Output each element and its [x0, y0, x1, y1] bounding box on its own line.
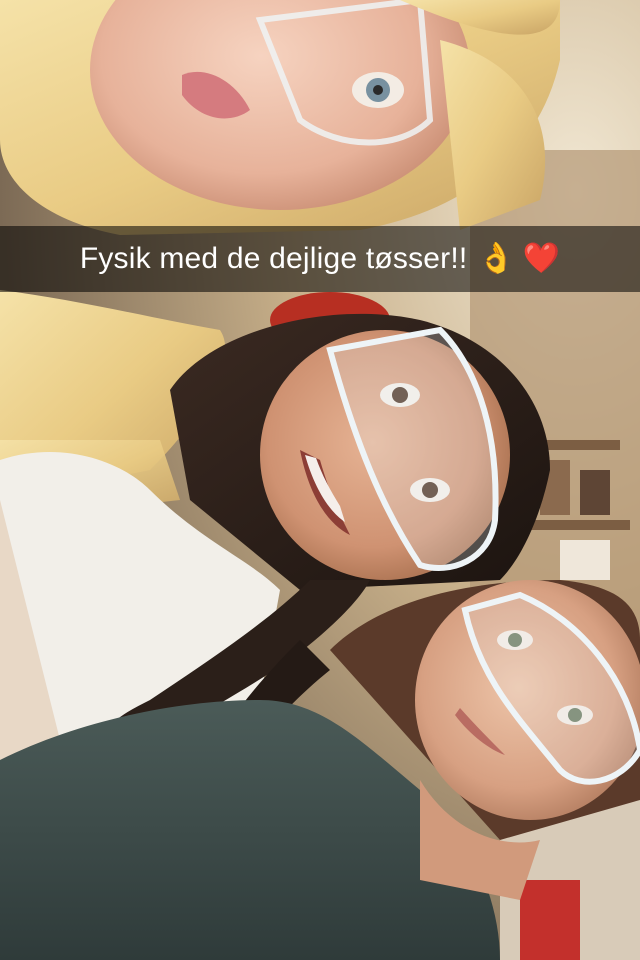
caption-bar: Fysik med de dejlige tøsser!! 👌 ❤️	[0, 226, 640, 292]
ok-hand-emoji-icon: 👌	[477, 241, 515, 276]
red-heart-emoji-icon: ❤️	[522, 241, 561, 276]
selfie-image	[0, 0, 640, 960]
caption-text: Fysik med de dejlige tøsser!!	[79, 242, 468, 275]
snap-photo	[0, 0, 640, 960]
